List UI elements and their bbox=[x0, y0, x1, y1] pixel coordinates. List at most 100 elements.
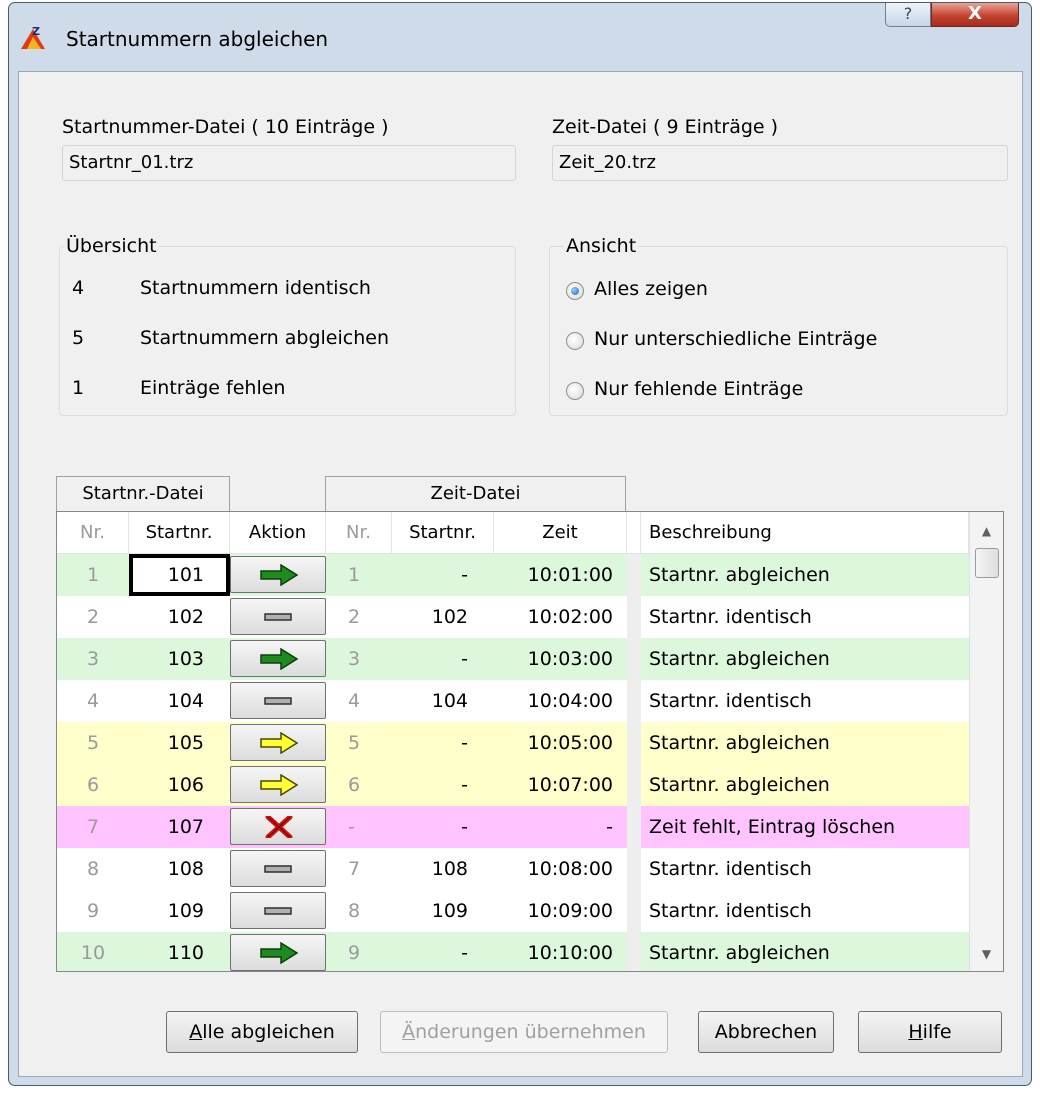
cell-nr2: 2 bbox=[348, 606, 361, 628]
overview-label: Startnummern abgleichen bbox=[140, 327, 389, 349]
table-row[interactable]: 1 101 1 - 10:01:00 Startnr. abgleichen bbox=[57, 554, 969, 596]
column-separator bbox=[627, 848, 641, 890]
scroll-up-icon[interactable]: ▲ bbox=[970, 516, 1003, 546]
table-row[interactable]: 6 106 6 - 10:07:00 Startnr. abgleichen bbox=[57, 764, 969, 806]
button-label: nderungen übernehmen bbox=[415, 1021, 646, 1043]
view-option-label[interactable]: Nur unterschiedliche Einträge bbox=[594, 328, 877, 350]
startnr-file-group-header: Startnr.-Datei bbox=[56, 476, 230, 511]
arrow-right-green-icon bbox=[260, 942, 299, 964]
action-button[interactable] bbox=[230, 598, 326, 635]
cell-zeit: 10:10:00 bbox=[527, 942, 613, 964]
delete-cross-icon bbox=[265, 816, 293, 838]
arrow-right-green-icon bbox=[260, 564, 299, 586]
cell-nr: 8 bbox=[86, 858, 100, 880]
cell-beschreibung: Startnr. identisch bbox=[649, 606, 812, 628]
column-header-startnr2[interactable]: Startnr. bbox=[392, 512, 494, 554]
radio-button[interactable] bbox=[566, 332, 584, 350]
column-separator bbox=[627, 554, 641, 596]
comparison-table[interactable]: Nr. Startnr. Aktion Nr. Startnr. Zeit Be… bbox=[56, 511, 1004, 972]
table-row[interactable]: 4 104 4 104 10:04:00 Startnr. identisch bbox=[57, 680, 969, 722]
view-option-label[interactable]: Nur fehlende Einträge bbox=[594, 378, 803, 400]
table-row[interactable]: 8 108 7 108 10:08:00 Startnr. identisch bbox=[57, 848, 969, 890]
overview-count: 1 bbox=[72, 377, 85, 399]
startnr-file-label: Startnummer-Datei ( 10 Einträge ) bbox=[62, 116, 389, 138]
cell-nr: 4 bbox=[86, 690, 100, 712]
action-button[interactable] bbox=[230, 808, 326, 845]
overview-title: Übersicht bbox=[64, 235, 159, 257]
table-row[interactable]: 3 103 3 - 10:03:00 Startnr. abgleichen bbox=[57, 638, 969, 680]
cell-startnr[interactable]: 101 bbox=[129, 554, 230, 596]
table-row[interactable]: 10 110 9 - 10:10:00 Startnr. abgleichen bbox=[57, 932, 969, 971]
title-bar: Z Startnummern abgleichen ? X bbox=[9, 3, 1031, 71]
column-separator bbox=[627, 680, 641, 722]
column-header-aktion[interactable]: Aktion bbox=[230, 512, 326, 554]
action-button[interactable] bbox=[230, 934, 326, 971]
cell-startnr[interactable]: 104 bbox=[129, 680, 230, 722]
cell-startnr[interactable]: 109 bbox=[129, 890, 230, 932]
cell-startnr[interactable]: 106 bbox=[129, 764, 230, 806]
radio-button[interactable] bbox=[566, 382, 584, 400]
zeit-file-field[interactable]: Zeit_20.trz bbox=[552, 145, 1008, 181]
cell-beschreibung: Startnr. abgleichen bbox=[649, 942, 830, 964]
cell-startnr2: 109 bbox=[431, 900, 468, 922]
cell-beschreibung: Startnr. abgleichen bbox=[649, 732, 830, 754]
vertical-scrollbar[interactable]: ▲ ▼ bbox=[969, 512, 1003, 971]
mnemonic: A bbox=[189, 1021, 203, 1043]
cell-startnr[interactable]: 105 bbox=[129, 722, 230, 764]
column-separator bbox=[627, 722, 641, 764]
overview-label: Startnummern identisch bbox=[140, 277, 371, 299]
cell-startnr[interactable]: 103 bbox=[129, 638, 230, 680]
column-header-startnr[interactable]: Startnr. bbox=[129, 512, 230, 554]
overview-count: 4 bbox=[72, 277, 85, 299]
column-header-nr2[interactable]: Nr. bbox=[326, 512, 392, 554]
cell-nr2: 6 bbox=[348, 774, 361, 796]
column-header-nr[interactable]: Nr. bbox=[57, 512, 129, 554]
column-header-zeit[interactable]: Zeit bbox=[494, 512, 627, 554]
scroll-down-icon[interactable]: ▼ bbox=[970, 939, 1003, 969]
equal-dash-icon bbox=[264, 613, 292, 621]
action-button[interactable] bbox=[230, 724, 326, 761]
cell-beschreibung: Startnr. abgleichen bbox=[649, 648, 830, 670]
arrow-right-green-icon bbox=[260, 648, 299, 670]
table-row[interactable]: 5 105 5 - 10:05:00 Startnr. abgleichen bbox=[57, 722, 969, 764]
cell-nr: 10 bbox=[80, 942, 106, 964]
cell-startnr2: 108 bbox=[431, 858, 468, 880]
action-button[interactable] bbox=[230, 892, 326, 929]
action-button[interactable] bbox=[230, 556, 326, 593]
mnemonic: Ä bbox=[402, 1021, 416, 1043]
cell-startnr[interactable]: 102 bbox=[129, 596, 230, 638]
cell-beschreibung: Startnr. identisch bbox=[649, 858, 812, 880]
table-row[interactable]: 2 102 2 102 10:02:00 Startnr. identisch bbox=[57, 596, 969, 638]
window-title: Startnummern abgleichen bbox=[66, 27, 329, 51]
close-button[interactable]: X bbox=[931, 3, 1019, 27]
action-button[interactable] bbox=[230, 640, 326, 677]
cell-nr2: 3 bbox=[348, 648, 361, 670]
button-label: lle abgleichen bbox=[202, 1021, 335, 1043]
action-button[interactable] bbox=[230, 850, 326, 887]
startnr-file-field[interactable]: Startnr_01.trz bbox=[62, 145, 516, 181]
help-button[interactable]: ? bbox=[885, 3, 931, 27]
column-separator bbox=[627, 596, 641, 638]
scroll-thumb[interactable] bbox=[975, 548, 999, 578]
table-row[interactable]: 7 107 - - - Zeit fehlt, Eintrag löschen bbox=[57, 806, 969, 848]
cell-zeit: 10:08:00 bbox=[527, 858, 613, 880]
zeit-file-group-header: Zeit-Datei bbox=[325, 476, 626, 511]
alle-abgleichen-button[interactable]: Alle abgleichen bbox=[166, 1011, 358, 1053]
cell-startnr[interactable]: 108 bbox=[129, 848, 230, 890]
cell-nr: 9 bbox=[86, 900, 100, 922]
column-header-beschreibung[interactable]: Beschreibung bbox=[641, 512, 969, 554]
action-button[interactable] bbox=[230, 766, 326, 803]
aenderungen-uebernehmen-button[interactable]: Änderungen übernehmen bbox=[380, 1011, 668, 1053]
hilfe-button[interactable]: Hilfe bbox=[858, 1011, 1002, 1053]
radio-button-checked[interactable] bbox=[566, 282, 584, 300]
table-row[interactable]: 9 109 8 109 10:09:00 Startnr. identisch bbox=[57, 890, 969, 932]
cell-startnr[interactable]: 107 bbox=[129, 806, 230, 848]
cell-nr2: 9 bbox=[348, 942, 361, 964]
cell-beschreibung: Startnr. identisch bbox=[649, 690, 812, 712]
view-option-label[interactable]: Alles zeigen bbox=[594, 278, 708, 300]
cell-nr: 3 bbox=[86, 648, 100, 670]
abbrechen-button[interactable]: Abbrechen bbox=[698, 1011, 834, 1053]
action-button[interactable] bbox=[230, 682, 326, 719]
cell-startnr[interactable]: 110 bbox=[129, 932, 230, 971]
column-separator bbox=[627, 638, 641, 680]
